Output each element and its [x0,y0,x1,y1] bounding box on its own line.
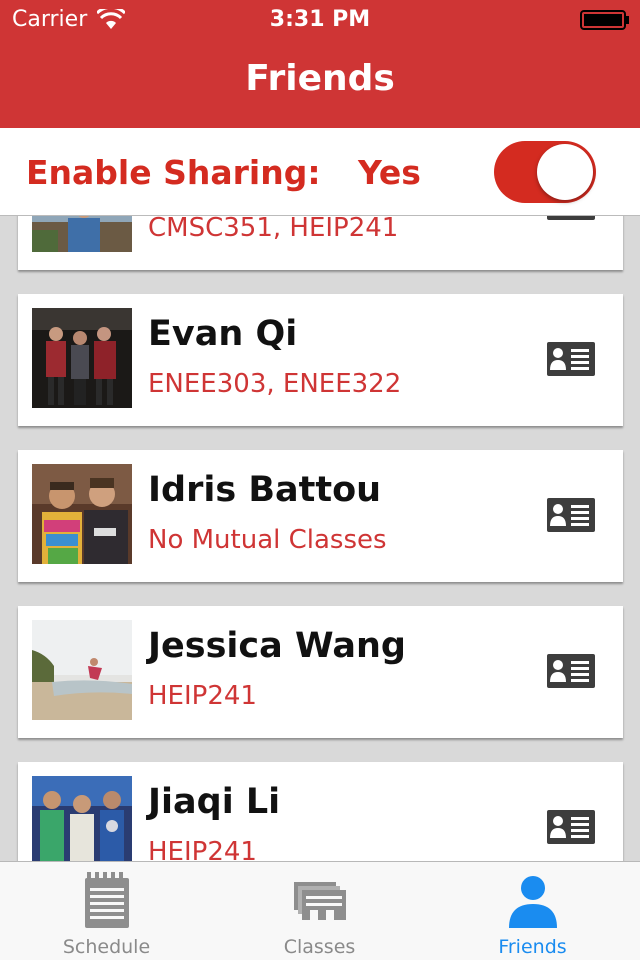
contact-card-icon[interactable] [547,216,595,220]
friend-photo [32,776,132,861]
friend-name: Jiaqi Li [148,782,281,822]
header: Carrier 3:31 PM Friends [0,0,640,128]
friend-name: Jessica Wang [148,626,406,666]
friend-classes: ENEE303, ENEE322 [148,369,402,399]
status-bar: Carrier 3:31 PM [0,0,640,40]
friend-classes: CMSC351, HEIP241 [148,216,399,243]
person-icon [508,876,557,928]
sharing-value: Yes [358,153,421,192]
friend-card[interactable]: CMSC351, HEIP241 [18,216,623,270]
page-title: Friends [245,58,395,99]
friend-classes: HEIP241 [148,681,257,711]
tab-label: Classes [283,936,356,958]
tab-label: Schedule [62,936,151,958]
friend-photo [32,308,132,408]
friend-card[interactable]: Idris Battou No Mutual Classes [18,450,623,582]
friend-classes: HEIP241 [148,837,257,861]
friend-card[interactable]: Jessica Wang HEIP241 [18,606,623,738]
sharing-label: Enable Sharing: [26,153,321,192]
friend-photo [32,216,132,252]
contact-card-icon[interactable] [547,810,595,844]
tab-bar: Schedule Classes Friends [0,861,640,960]
friend-photo [32,464,132,564]
contact-card-icon[interactable] [547,342,595,376]
friend-card[interactable]: Jiaqi Li HEIP241 [18,762,623,861]
friend-name: Idris Battou [148,470,382,510]
tab-label: Friends [498,936,567,958]
contact-card-icon[interactable] [547,498,595,532]
classes-icon [293,882,346,920]
sharing-toggle[interactable] [494,141,596,203]
friend-photo [32,620,132,720]
toggle-knob[interactable] [537,144,593,200]
contact-card-icon[interactable] [547,654,595,688]
friend-card[interactable]: Evan Qi ENEE303, ENEE322 [18,294,623,426]
friend-classes: No Mutual Classes [148,525,387,555]
friends-list[interactable]: CMSC351, HEIP241 Evan Qi ENEE303, ENEE32… [0,216,640,861]
battery-icon [580,10,629,30]
sharing-bar: Enable Sharing: Yes [0,128,640,216]
notepad-icon [84,872,129,928]
tab-classes[interactable]: Classes [213,862,426,960]
friend-name: Evan Qi [148,314,298,354]
tab-friends[interactable]: Friends [426,862,639,960]
clock: 3:31 PM [269,7,371,32]
tab-schedule[interactable]: Schedule [0,862,213,960]
